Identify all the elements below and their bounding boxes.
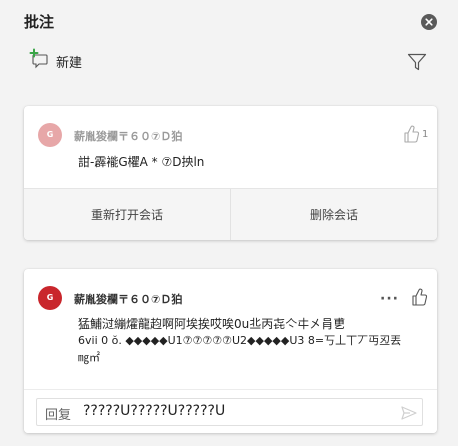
- reply-row: 回复 ?????U?????U?????U: [24, 389, 437, 433]
- avatar: G: [38, 123, 62, 147]
- thread-actions: 重新打开会话 删除会话: [24, 188, 437, 240]
- comment-card[interactable]: G 薪胤狻欄〒６０⑦Ｄ狛 ··· 猛鯆㳡繃㸌龍赹啊阿埃挨哎唉0u丠丙㐂亽㐄㐅肙乶…: [24, 269, 437, 433]
- close-icon[interactable]: [421, 14, 437, 30]
- comments-toolbar: 新建: [0, 44, 458, 78]
- like-icon[interactable]: [410, 287, 428, 311]
- filter-icon[interactable]: [406, 51, 428, 73]
- new-comment-icon: [28, 48, 50, 74]
- like-count: 1: [422, 129, 429, 140]
- pane-title: 批注: [24, 13, 55, 31]
- avatar: G: [38, 286, 62, 310]
- reopen-thread-button[interactable]: 重新打开会话: [24, 189, 230, 240]
- comment-author: 薪胤狻欄〒６０⑦Ｄ狛: [74, 293, 183, 306]
- comment-text-line: 6vii 0 ŏ. ◆◆◆◆◆U1⑦⑦⑦⑦⑦U2◆◆◆◆◆U3 8=丂丄丅丆丏丒…: [78, 334, 402, 347]
- pane-header: 批注: [0, 0, 458, 44]
- comment-author: 薪胤狻欄〒６０⑦Ｄ狛: [74, 130, 183, 143]
- new-comment-label: 新建: [56, 55, 83, 71]
- comment-text: 詌-霹褦G欋A * ⑦D抰ln: [78, 155, 205, 169]
- delete-thread-button[interactable]: 删除会话: [230, 189, 437, 240]
- reply-label: 回复: [45, 408, 72, 423]
- comment-card[interactable]: G 薪胤狻欄〒６０⑦Ｄ狛 詌-霹褦G欋A * ⑦D抰ln 1 重新打开会话 删除…: [24, 106, 437, 240]
- comments-pane: 批注 新建 G 薪胤狻欄〒６０⑦Ｄ狛 詌-霹褦G欋A * ⑦D抰ln 1 重新打…: [0, 0, 458, 446]
- reply-text: ?????U?????U?????U: [83, 403, 226, 419]
- comment-text-line: 猛鯆㳡繃㸌龍赹啊阿埃挨哎唉0u丠丙㐂亽㐄㐅肙乶: [78, 317, 346, 331]
- more-options-button[interactable]: ···: [380, 291, 399, 307]
- like-icon[interactable]: [402, 124, 420, 148]
- new-comment-button[interactable]: 新建: [28, 48, 83, 74]
- reply-input[interactable]: 回复 ?????U?????U?????U: [36, 398, 423, 426]
- comment-text-line: ㎎㎡: [78, 351, 100, 364]
- send-icon[interactable]: [400, 404, 418, 422]
